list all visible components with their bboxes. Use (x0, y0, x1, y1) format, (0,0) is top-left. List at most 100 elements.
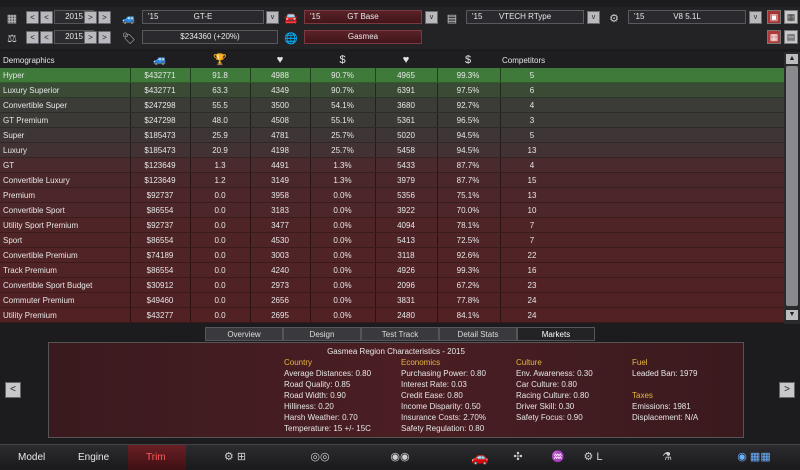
cell-afford2: 96.5% (456, 116, 480, 125)
scroll-thumb[interactable] (786, 66, 798, 306)
tab-markets[interactable]: Markets (517, 327, 595, 341)
table-row[interactable]: Luxury $185473 20.9 4198 25.7% 5458 94.5% 13 (0, 143, 784, 158)
table-row[interactable]: Convertible Premium $74189 0.0 3003 0.0% 3118… (0, 248, 784, 263)
engine-family-dropdown-button[interactable]: v (749, 11, 762, 24)
model-dropdown-button[interactable]: v (266, 11, 279, 24)
engine-select[interactable]: '15 VTECH RType (466, 10, 584, 24)
year2-next-fast-button[interactable]: > (98, 31, 111, 44)
cell-score: 25.9 (212, 131, 228, 140)
demographics-header: Demographics (3, 56, 55, 65)
tab-design[interactable]: Design (283, 327, 361, 341)
cell-appeal2: 5458 (397, 146, 415, 155)
country-item: Average Distances: 0.80 (284, 369, 372, 378)
cell-price: $49460 (146, 296, 174, 305)
model-car-icon: 🚙 (122, 12, 136, 25)
car-body-icon[interactable]: 🚗 (455, 450, 505, 464)
cell-appeal2: 2096 (397, 281, 415, 290)
trim-select[interactable]: '15 GT Base (304, 10, 422, 24)
cell-afford: 0.0% (333, 281, 352, 290)
trim-dropdown-button[interactable]: v (425, 11, 438, 24)
table-row[interactable]: Convertible Luxury $123649 1.2 3149 1.3% 3979… (0, 173, 784, 188)
wheels-icon[interactable]: ◎◎ (305, 450, 335, 464)
cell-afford2: 67.2% (456, 281, 480, 290)
table-row[interactable]: Hyper $432771 91.8 4988 90.7% 4965 99.3% 5 (0, 68, 784, 83)
table-row[interactable]: Convertible Super $247298 55.5 3500 54.1% 368… (0, 98, 784, 113)
year2-prev-fast-button[interactable]: < (40, 31, 53, 44)
table-row[interactable]: Convertible Sport Budget $30912 0.0 2973 0.0… (0, 278, 784, 293)
table-row[interactable]: Premium $92737 0.0 3958 0.0% 5356 75.1% 13 (0, 188, 784, 203)
table-row[interactable]: Utility Premium $43277 0.0 2695 0.0% 2480 84.1… (0, 308, 784, 323)
country-item: Temperature: 15 +/- 15C (284, 424, 371, 433)
tab-test-track[interactable]: Test Track (361, 327, 439, 341)
finish-icon[interactable]: ◉ ▦▦ (714, 450, 794, 464)
cell-score: 0.0 (214, 281, 226, 290)
balance-scale-icon: ⚖ (7, 32, 17, 45)
table-row[interactable]: Convertible Sport $86554 0.0 3183 0.0% 3922 70… (0, 203, 784, 218)
crumb-model[interactable]: Model (0, 445, 66, 470)
crumb-engine[interactable]: Engine (66, 445, 128, 470)
culture-item: Car Culture: 0.80 (516, 380, 577, 389)
table-row[interactable]: Luxury Superior $432771 63.3 4349 90.7% 6391 9… (0, 83, 784, 98)
seat-icon[interactable]: ⚙ L (578, 450, 608, 464)
crumb-trim[interactable]: Trim (128, 445, 186, 470)
cell-price: $92737 (146, 191, 174, 200)
fan-icon[interactable]: ✣ (508, 450, 528, 464)
column-divider (500, 263, 501, 277)
heart-icon-secondary: ♥ (402, 54, 410, 66)
save-icon[interactable]: ▣ (767, 10, 781, 24)
tab-overview[interactable]: Overview (205, 327, 283, 341)
cell-afford: 0.0% (333, 311, 352, 320)
table-row[interactable]: Commuter Premium $49460 0.0 2656 0.0% 3831 77.… (0, 293, 784, 308)
tab-detail-stats[interactable]: Detail Stats (439, 327, 517, 341)
cell-afford2: 99.3% (456, 71, 480, 80)
culture-item: Driver Skill: 0.30 (516, 402, 575, 411)
grid-icon[interactable]: ▦ (784, 10, 798, 24)
year2-next-button[interactable]: > (84, 31, 97, 44)
car-icon: 🚙 (153, 54, 167, 66)
list-view-icon[interactable]: ▤ (784, 30, 798, 44)
cell-price: $43277 (146, 311, 174, 320)
table-row[interactable]: GT $123649 1.3 4491 1.3% 5433 87.7% 4 (0, 158, 784, 173)
brakes-icon[interactable]: ◉◉ (385, 450, 415, 464)
region-select[interactable]: Gasmea (304, 30, 422, 44)
cell-appeal2: 5361 (397, 116, 415, 125)
scroll-up-icon[interactable]: ▲ (786, 54, 798, 64)
price-field[interactable]: $234360 (+20%) (142, 30, 278, 44)
cell-price: $86554 (146, 236, 174, 245)
interior-icon[interactable]: ♒ (548, 450, 568, 464)
cell-afford2: 99.3% (456, 266, 480, 275)
cell-appeal2: 3979 (397, 176, 415, 185)
toolbar-row-2: ⚖ < < 2015 > > 🏷 $234360 (+20%) 🌐 Gasmea… (0, 27, 800, 49)
engine-family-select[interactable]: '15 V8 5.1L (628, 10, 746, 24)
year-prev-fast-button[interactable]: < (40, 11, 53, 24)
cell-appeal: 2973 (271, 281, 289, 290)
test-icon[interactable]: ⚗ (652, 450, 682, 464)
table-row[interactable]: Sport $86554 0.0 4530 0.0% 5413 72.5% 7 (0, 233, 784, 248)
cell-afford: 0.0% (333, 191, 352, 200)
column-divider (500, 113, 501, 127)
year-next-fast-button[interactable]: > (98, 11, 111, 24)
cell-afford2: 87.7% (456, 176, 480, 185)
year-next-button[interactable]: > (84, 11, 97, 24)
column-divider (500, 83, 501, 97)
cell-competitors: 16 (527, 266, 537, 275)
year2-prev-button[interactable]: < (26, 31, 39, 44)
engine-dropdown-button[interactable]: v (587, 11, 600, 24)
dollar-icon-secondary: $ (464, 54, 472, 66)
year-prev-button[interactable]: < (26, 11, 39, 24)
cell-name: Convertible Sport (3, 206, 65, 215)
model-select[interactable]: '15 GT-E (142, 10, 264, 24)
scroll-down-icon[interactable]: ▼ (786, 310, 798, 320)
table-scrollbar[interactable]: ▲ ▼ (784, 52, 800, 324)
region-prev-button[interactable]: < (5, 382, 21, 398)
table-row[interactable]: Track Premium $86554 0.0 4240 0.0% 4926 99.3% 1… (0, 263, 784, 278)
column-divider (500, 188, 501, 202)
cell-score: 1.3 (214, 161, 226, 170)
table-row[interactable]: GT Premium $247298 48.0 4508 55.1% 5361 96.5% 3 (0, 113, 784, 128)
gearbox-icon[interactable]: ⚙ ⊞ (220, 450, 250, 464)
table-row[interactable]: Utility Sport Premium $92737 0.0 3477 0.0% 40… (0, 218, 784, 233)
region-next-button[interactable]: > (779, 382, 795, 398)
table-row[interactable]: Super $185473 25.9 4781 25.7% 5020 94.5% 5 (0, 128, 784, 143)
cell-afford2: 97.5% (456, 86, 480, 95)
table-view-icon[interactable]: ▦ (767, 30, 781, 44)
